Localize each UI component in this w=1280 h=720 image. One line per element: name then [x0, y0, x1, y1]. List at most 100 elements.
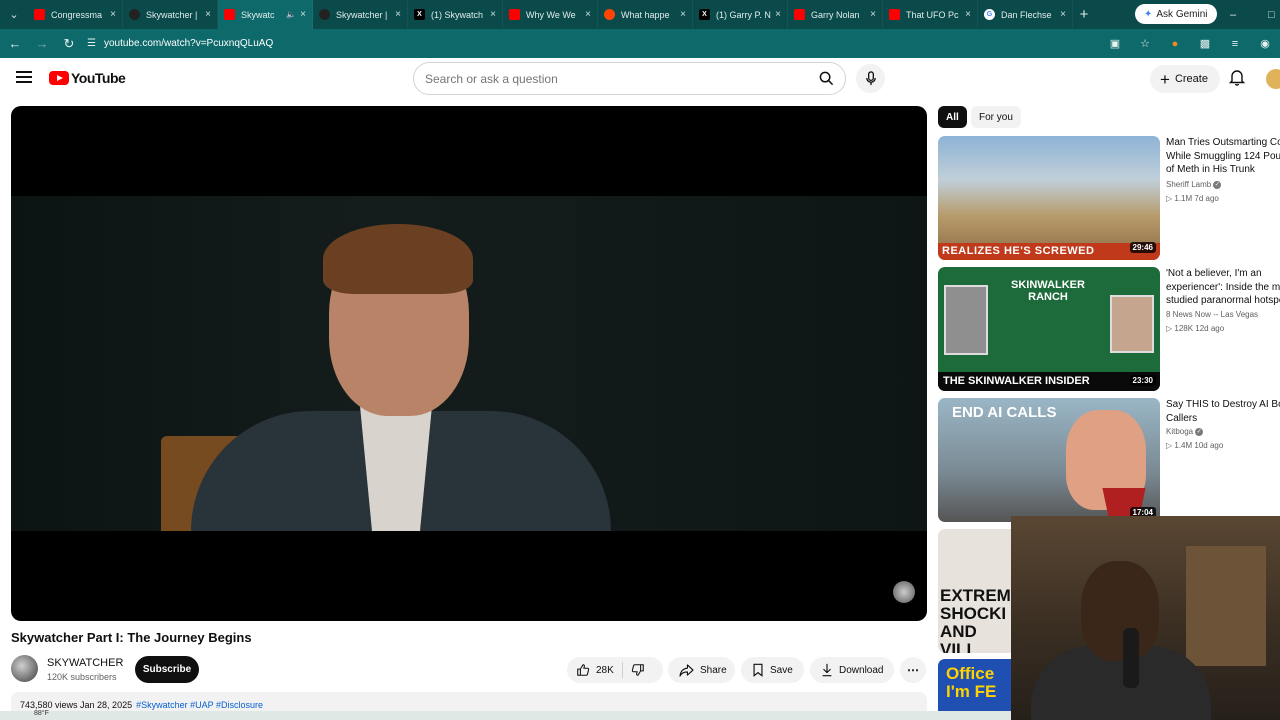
account-avatar[interactable]	[1266, 69, 1280, 89]
close-tab-icon[interactable]: ×	[1060, 9, 1066, 20]
url-text: youtube.com/watch?v=PcuxnqQLuAQ	[103, 38, 274, 49]
recommendation-title[interactable]: Say THIS to Destroy AI Bot Callers	[1166, 398, 1280, 425]
title-line: of Meth in His Trunk	[1166, 164, 1255, 175]
extension-fox-icon[interactable]: ●	[1160, 38, 1190, 50]
speaker-icon[interactable]: 🔈	[286, 10, 296, 19]
tab-title: That UFO Pc	[906, 9, 959, 20]
extensions-puzzle-icon[interactable]: ▩	[1190, 37, 1220, 50]
like-button[interactable]: 28K	[567, 662, 623, 678]
forward-button[interactable]: →	[30, 32, 54, 56]
browser-tab[interactable]: X (1) Skywatch ×	[408, 0, 503, 29]
close-tab-icon[interactable]: ×	[585, 9, 591, 20]
subscribe-button[interactable]: Subscribe	[135, 656, 199, 683]
close-tab-icon[interactable]: ×	[490, 9, 496, 20]
download-button[interactable]: Download	[810, 657, 894, 683]
browser-tab-strip: ⌄ Congressma × Skywatcher | × Skywatc 🔈 × Skywa…	[0, 0, 1280, 29]
url-field[interactable]: ☰ youtube.com/watch?v=PcuxnqQLuAQ	[87, 38, 273, 49]
thumbnail-caption: REALIZES HE'S SCREWED	[938, 243, 1160, 260]
browser-tab[interactable]: Congressma ×	[28, 0, 123, 29]
recommendation-thumbnail[interactable]: REALIZES HE'S SCREWED 29:46	[938, 136, 1160, 260]
search-button[interactable]	[811, 64, 841, 94]
title-line: studied paranormal hotspo	[1166, 295, 1280, 306]
thumbnail-header: SKINWALKER RANCH	[1011, 279, 1085, 303]
close-tab-icon[interactable]: ×	[110, 9, 116, 20]
youtube-logo[interactable]: YouTube	[49, 70, 126, 86]
hashtags[interactable]: #Skywatcher #UAP #Disclosure	[136, 700, 263, 710]
close-tab-icon[interactable]: ×	[870, 9, 876, 20]
weather-temperature[interactable]: 88°F	[34, 710, 49, 717]
recommendation-thumbnail[interactable]: SKINWALKER RANCH THE SKINWALKER INSIDER …	[938, 267, 1160, 391]
tab-title: (1) Garry P. N	[716, 9, 771, 20]
thumbnail-caption: EXTREMI SHOCKI AND VILI	[940, 586, 1016, 654]
recommendation-channel[interactable]: Kitboga ✓	[1166, 427, 1204, 436]
tab-search-chevron-icon[interactable]: ⌄	[0, 0, 28, 29]
create-button[interactable]: + Create	[1150, 65, 1220, 93]
tab-title: Skywatcher |	[336, 9, 388, 20]
new-tab-button[interactable]: +	[1073, 6, 1095, 23]
share-button[interactable]: Share	[668, 657, 735, 683]
notifications-button[interactable]	[1228, 68, 1248, 88]
more-actions-button[interactable]: ⋯	[900, 657, 926, 683]
browser-tab[interactable]: That UFO Pc ×	[883, 0, 978, 29]
close-tab-icon[interactable]: ×	[775, 9, 781, 20]
search-input[interactable]	[414, 71, 811, 86]
bookmark-star-icon[interactable]: ☆	[1130, 37, 1160, 50]
recommendation-channel[interactable]: 8 News Now -- Las Vegas	[1166, 310, 1258, 319]
close-tab-icon[interactable]: ×	[300, 9, 306, 20]
tab-list: Congressma × Skywatcher | × Skywatc 🔈 × Skywatc…	[28, 0, 1073, 29]
browser-tab[interactable]: Skywatcher | ×	[313, 0, 408, 29]
minimize-button[interactable]: –	[1230, 0, 1236, 29]
channel-name[interactable]: SKYWATCHER	[47, 657, 123, 669]
cast-icon[interactable]: ▣	[1100, 37, 1130, 50]
browser-tab[interactable]: X (1) Garry P. N ×	[693, 0, 788, 29]
channel-label: Sheriff Lamb	[1166, 180, 1212, 189]
browser-tab[interactable]: Skywatcher | ×	[123, 0, 218, 29]
yt-favicon-icon	[509, 9, 520, 20]
maximize-button[interactable]: □	[1268, 0, 1275, 29]
tab-title: Skywatcher |	[146, 9, 198, 20]
x-favicon-icon: X	[699, 9, 710, 20]
tab-title: Dan Flechse	[1001, 9, 1052, 20]
voice-search-button[interactable]	[856, 64, 885, 93]
channel-label: 8 News Now -- Las Vegas	[1166, 310, 1259, 319]
browser-tab[interactable]: G Dan Flechse ×	[978, 0, 1073, 29]
close-tab-icon[interactable]: ×	[205, 9, 211, 20]
recommendation-title[interactable]: 'Not a believer, I'm an experiencer': In…	[1166, 267, 1280, 308]
recommendation-item[interactable]: SKINWALKER RANCH THE SKINWALKER INSIDER …	[938, 267, 1280, 391]
browser-tab[interactable]: Why We We ×	[503, 0, 598, 29]
ask-gemini-button[interactable]: ✦ Ask Gemini	[1135, 4, 1217, 24]
chip-all[interactable]: All	[938, 106, 967, 128]
profile-icon[interactable]: ◉	[1250, 37, 1280, 50]
site-info-icon[interactable]: ☰	[87, 38, 96, 49]
browser-tab[interactable]: What happe ×	[598, 0, 693, 29]
close-tab-icon[interactable]: ×	[965, 9, 971, 20]
browser-tab[interactable]: Garry Nolan ×	[788, 0, 883, 29]
reload-button[interactable]: ↻	[57, 32, 81, 56]
title-line: Say THIS to Destroy AI Bot	[1166, 399, 1280, 410]
reading-list-icon[interactable]: ≡	[1220, 38, 1250, 50]
os-taskbar: 88°F	[0, 710, 1011, 720]
recommendation-channel[interactable]: Sheriff Lamb ✓	[1166, 180, 1222, 189]
save-label: Save	[770, 664, 793, 676]
back-button[interactable]: ←	[3, 32, 27, 56]
recommendation-title[interactable]: Man Tries Outsmarting Cop While Smugglin…	[1166, 136, 1280, 177]
close-tab-icon[interactable]: ×	[395, 9, 401, 20]
guide-menu-icon[interactable]	[16, 71, 32, 85]
dislike-button[interactable]	[623, 663, 651, 677]
like-count: 28K	[596, 664, 614, 676]
search-icon	[819, 71, 833, 86]
recommendation-item[interactable]: END AI CALLS 17:04 Say THIS to Destroy A…	[938, 398, 1280, 522]
browser-tab[interactable]: Skywatc 🔈 ×	[218, 0, 313, 29]
channel-avatar[interactable]	[11, 655, 38, 682]
recommendation-meta: ▷ 1.4M 10d ago	[1166, 441, 1224, 450]
tab-title: Why We We	[526, 9, 576, 20]
channel-watermark[interactable]	[893, 581, 915, 603]
recommendation-thumbnail[interactable]: END AI CALLS 17:04	[938, 398, 1160, 522]
recommendation-item[interactable]: REALIZES HE'S SCREWED 29:46 Man Tries Ou…	[938, 136, 1280, 260]
save-button[interactable]: Save	[741, 657, 804, 683]
dark-favicon-icon	[319, 9, 330, 20]
close-tab-icon[interactable]: ×	[680, 9, 686, 20]
chip-for-you[interactable]: For you	[971, 106, 1021, 128]
tab-title: Garry Nolan	[811, 9, 860, 20]
video-player[interactable]	[11, 106, 927, 621]
